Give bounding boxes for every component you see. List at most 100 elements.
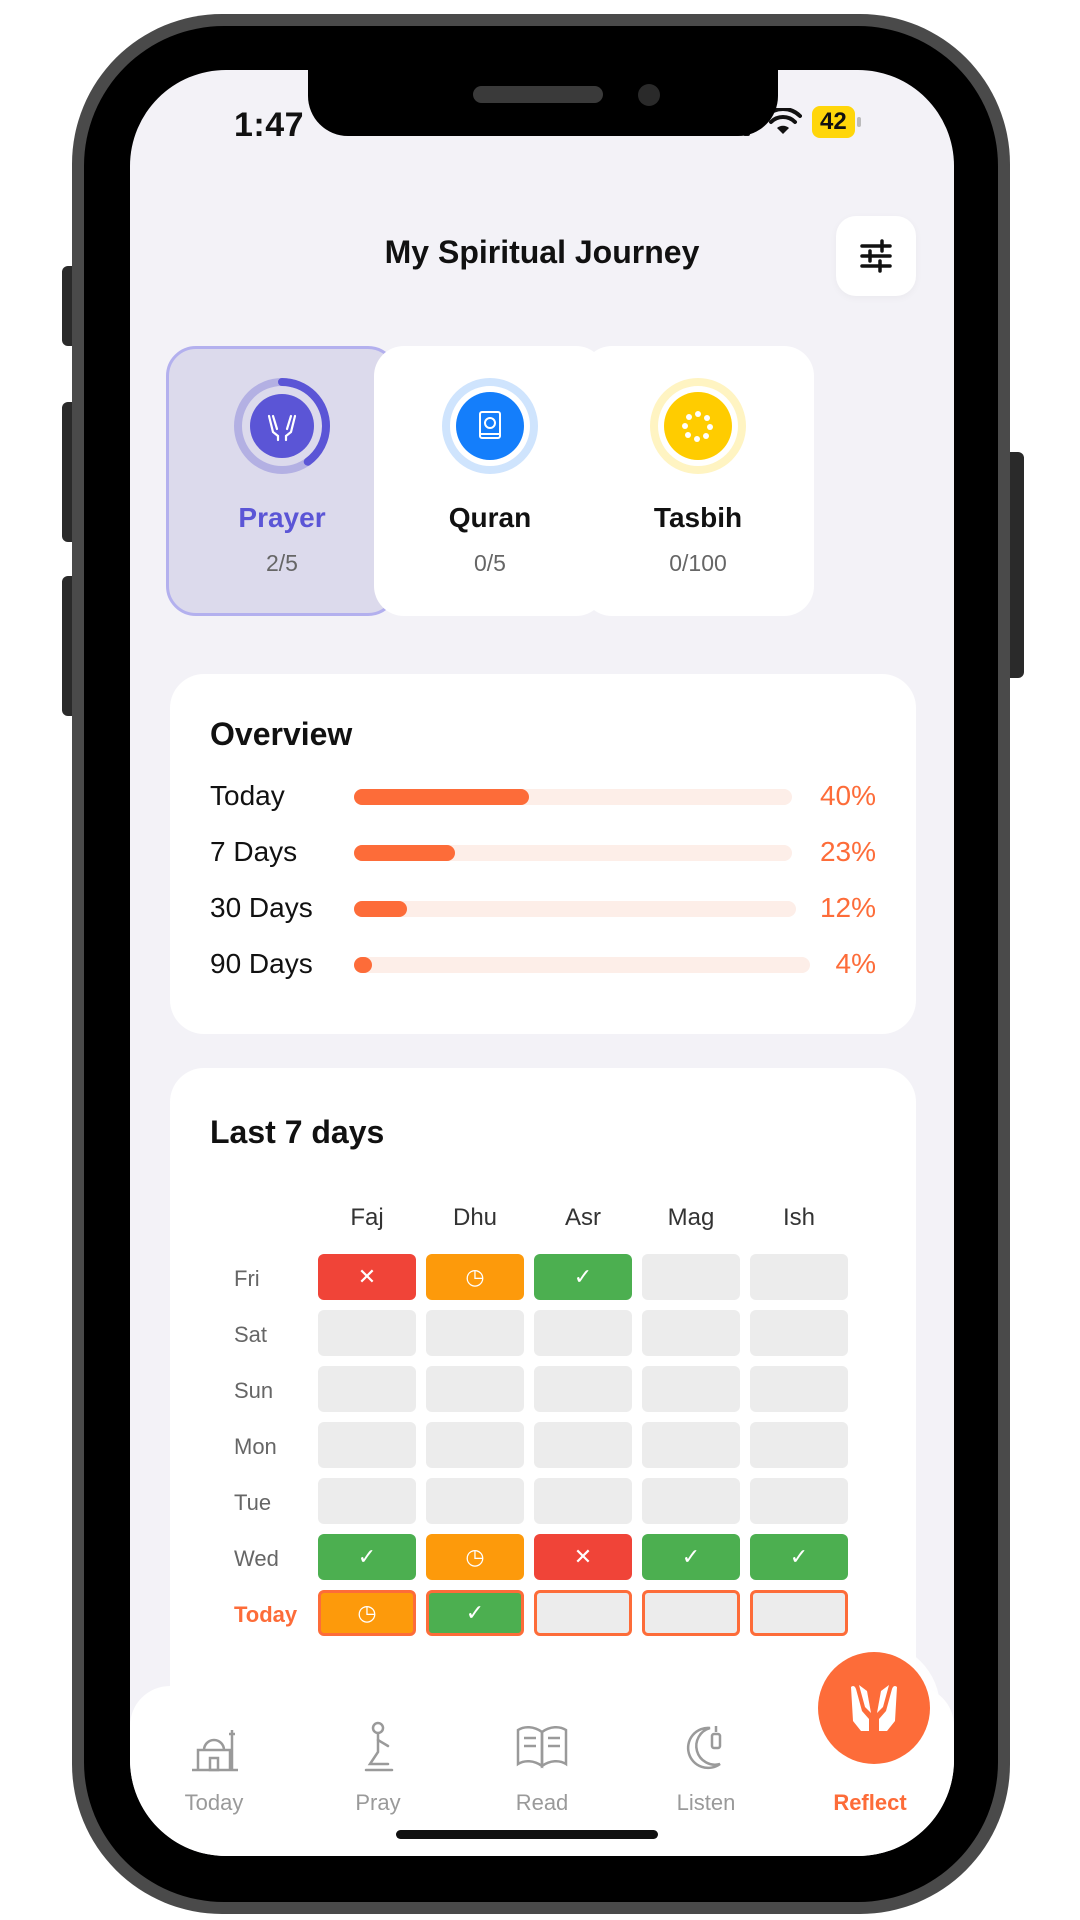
category-count: 0/5 [474, 550, 506, 576]
status-cell-tue-asr[interactable] [534, 1478, 632, 1524]
category-count: 2/5 [266, 550, 298, 576]
status-cell-wed-ish[interactable]: ✓ [750, 1534, 848, 1580]
status-cell-tue-ish[interactable] [750, 1478, 848, 1524]
status-cell-mon-mag[interactable] [642, 1422, 740, 1468]
overview-row-7-days: 7 Days 23% [210, 832, 876, 872]
overview-progress-fill [354, 845, 455, 861]
column-header-fajr: Faj [350, 1204, 384, 1231]
status-cell-today-faj[interactable]: ◷ [318, 1590, 416, 1636]
status-cell-mon-faj[interactable] [318, 1422, 416, 1468]
quran-progress-ring [442, 378, 538, 474]
done-check-icon: ✓ [465, 1600, 485, 1625]
overview-label: 30 Days [210, 892, 313, 923]
row-label-tue: Tue [234, 1490, 272, 1515]
done-check-icon: ✓ [357, 1544, 377, 1569]
status-cell-sat-dhu[interactable] [426, 1310, 524, 1356]
missed-x-icon: ✕ [573, 1544, 593, 1569]
status-cell-sat-mag[interactable] [642, 1310, 740, 1356]
late-clock-icon: ◷ [357, 1600, 377, 1625]
praying-hands-icon [851, 1685, 897, 1731]
tab-label: Pray [355, 1790, 401, 1815]
overview-label: Today [210, 780, 285, 811]
status-cell-fri-asr[interactable]: ✓ [534, 1254, 632, 1300]
overview-title: Overview [210, 716, 353, 752]
status-cell-sat-asr[interactable] [534, 1310, 632, 1356]
status-cell-tue-faj[interactable] [318, 1478, 416, 1524]
overview-progress-track [354, 789, 792, 805]
overview-progress-track [354, 845, 792, 861]
overview-percent: 23% [819, 836, 876, 867]
status-cell-tue-mag[interactable] [642, 1478, 740, 1524]
status-cell-today-mag[interactable] [642, 1590, 740, 1636]
overview-percent: 40% [819, 780, 876, 811]
status-cell-wed-dhu[interactable]: ◷ [426, 1534, 524, 1580]
late-clock-icon: ◷ [465, 1544, 485, 1569]
category-card-tasbih[interactable]: Tasbih 0/100 [582, 346, 814, 616]
status-cell-fri-faj[interactable]: ✕ [318, 1254, 416, 1300]
column-header-asr: Asr [565, 1204, 601, 1231]
category-name: Tasbih [653, 502, 743, 533]
status-cell-sun-asr[interactable] [534, 1366, 632, 1412]
status-cell-sun-dhu[interactable] [426, 1366, 524, 1412]
status-cell-mon-dhu[interactable] [426, 1422, 524, 1468]
row-label-mon: Mon [234, 1434, 277, 1459]
status-cell-fri-ish[interactable] [750, 1254, 848, 1300]
late-clock-icon: ◷ [465, 1264, 485, 1289]
praying-person-icon [364, 1721, 394, 1772]
battery-indicator: 42 [812, 106, 861, 138]
status-cell-today-ish[interactable] [750, 1590, 848, 1636]
notch [308, 70, 778, 136]
done-check-icon: ✓ [789, 1544, 809, 1569]
column-header-maghrib: Mag [667, 1204, 715, 1231]
last-7-days-title: Last 7 days [210, 1114, 385, 1150]
tab-today[interactable]: Today [132, 1686, 296, 1856]
row-label-wed: Wed [234, 1546, 279, 1571]
overview-card: Overview Today 40% 7 Days 23% 30 Days 12… [170, 674, 916, 1034]
status-cell-today-asr[interactable] [534, 1590, 632, 1636]
tab-label: Reflect [833, 1790, 907, 1815]
category-card-prayer[interactable]: Prayer 2/5 [166, 346, 398, 616]
column-header-isha: Ish [782, 1204, 815, 1231]
row-label-sat: Sat [234, 1322, 268, 1347]
status-cell-mon-asr[interactable] [534, 1422, 632, 1468]
tab-label: Listen [676, 1790, 736, 1815]
tab-label: Read [515, 1790, 569, 1815]
category-count: 0/100 [669, 550, 727, 576]
overview-progress-fill [354, 901, 408, 917]
row-label-fri: Fri [234, 1266, 260, 1291]
status-cell-fri-mag[interactable] [642, 1254, 740, 1300]
filter-settings-button[interactable] [836, 216, 916, 296]
app-screen: 1:47 42 My Spiritual Journey Prayer 2/5 … [130, 70, 954, 1856]
category-card-quran[interactable]: Quran 0/5 [374, 346, 606, 616]
status-cell-today-dhu[interactable]: ✓ [426, 1590, 524, 1636]
last-7-days-card: Last 7 days Faj Dhu Asr Mag Ish Fri Sat … [170, 1068, 916, 1708]
overview-row-90-days: 90 Days 4% [210, 944, 876, 984]
status-cell-wed-faj[interactable]: ✓ [318, 1534, 416, 1580]
overview-percent: 12% [819, 892, 876, 923]
crescent-lantern-icon [686, 1726, 722, 1770]
status-cell-wed-mag[interactable]: ✓ [642, 1534, 740, 1580]
status-cell-sat-ish[interactable] [750, 1310, 848, 1356]
mosque-icon [192, 1730, 238, 1772]
status-cell-sun-faj[interactable] [318, 1366, 416, 1412]
page-title: My Spiritual Journey [384, 234, 700, 270]
overview-progress-fill [354, 789, 530, 805]
reflect-fab-button[interactable] [818, 1652, 930, 1764]
overview-progress-track [354, 957, 810, 973]
status-cell-mon-ish[interactable] [750, 1422, 848, 1468]
status-cell-tue-dhu[interactable] [426, 1478, 524, 1524]
status-cell-sat-faj[interactable] [318, 1310, 416, 1356]
status-cell-sun-mag[interactable] [642, 1366, 740, 1412]
overview-label: 90 Days [210, 948, 313, 979]
status-cell-wed-asr[interactable]: ✕ [534, 1534, 632, 1580]
done-check-icon: ✓ [573, 1264, 593, 1289]
column-header-dhuhr: Dhu [452, 1204, 498, 1231]
status-cell-fri-dhu[interactable]: ◷ [426, 1254, 524, 1300]
tab-label: Today [184, 1790, 244, 1815]
prayer-progress-ring [234, 378, 330, 474]
status-cell-sun-ish[interactable] [750, 1366, 848, 1412]
overview-progress-track [354, 901, 796, 917]
home-indicator [396, 1830, 658, 1839]
missed-x-icon: ✕ [357, 1264, 377, 1289]
category-name: Quran [448, 502, 532, 533]
